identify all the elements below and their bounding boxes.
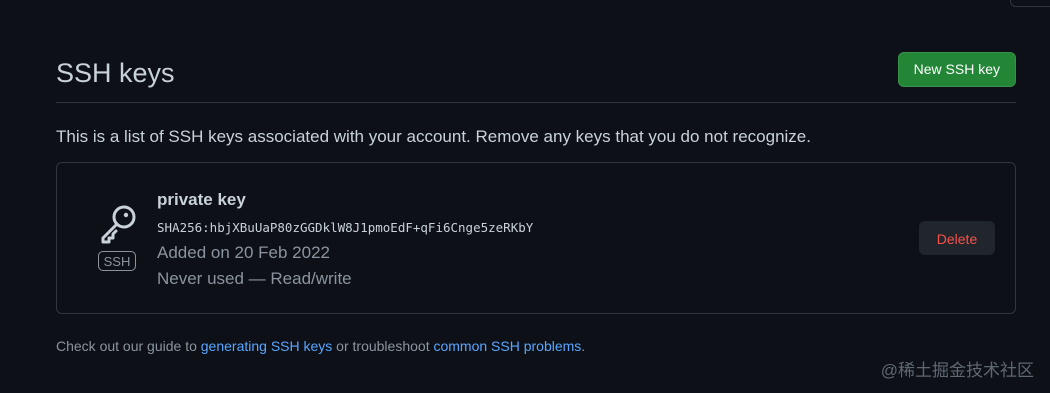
key-fingerprint: SHA256:hbjXBuUaP80zGGDklW8J1pmoEdF+qFi6C…: [157, 220, 534, 235]
new-ssh-key-button[interactable]: New SSH key: [897, 52, 1016, 87]
page-title: SSH keys: [56, 58, 175, 88]
watermark: @稀土掘金技术社区: [880, 361, 1034, 380]
footer-prefix: Check out our guide to: [56, 338, 201, 354]
generating-ssh-keys-link[interactable]: generating SSH keys: [201, 338, 333, 354]
key-title: private key: [157, 190, 246, 209]
delete-key-button[interactable]: Delete: [919, 221, 995, 255]
ssh-key-list-item: SSH private key SHA256:hbjXBuUaP80zGGDkl…: [56, 162, 1016, 314]
footer-suffix: .: [581, 338, 586, 354]
key-icon-group: SSH: [95, 199, 141, 279]
key-added-date: Added on 20 Feb 2022: [157, 243, 330, 262]
footer-middle: or troubleshoot: [332, 338, 434, 354]
page-header: SSH keys New SSH key: [56, 52, 1016, 103]
ssh-badge: SSH: [98, 251, 136, 271]
page-description: This is a list of SSH keys associated wi…: [56, 127, 811, 146]
key-usage: Never used — Read/write: [157, 269, 352, 288]
key-icon: [101, 205, 136, 244]
top-corner-divider: [1010, 0, 1050, 7]
footer-help-text: Check out our guide to generating SSH ke…: [56, 338, 585, 354]
ssh-keys-page: SSH keys New SSH key This is a list of S…: [0, 0, 1050, 393]
common-ssh-problems-link[interactable]: common SSH problems: [433, 338, 581, 354]
